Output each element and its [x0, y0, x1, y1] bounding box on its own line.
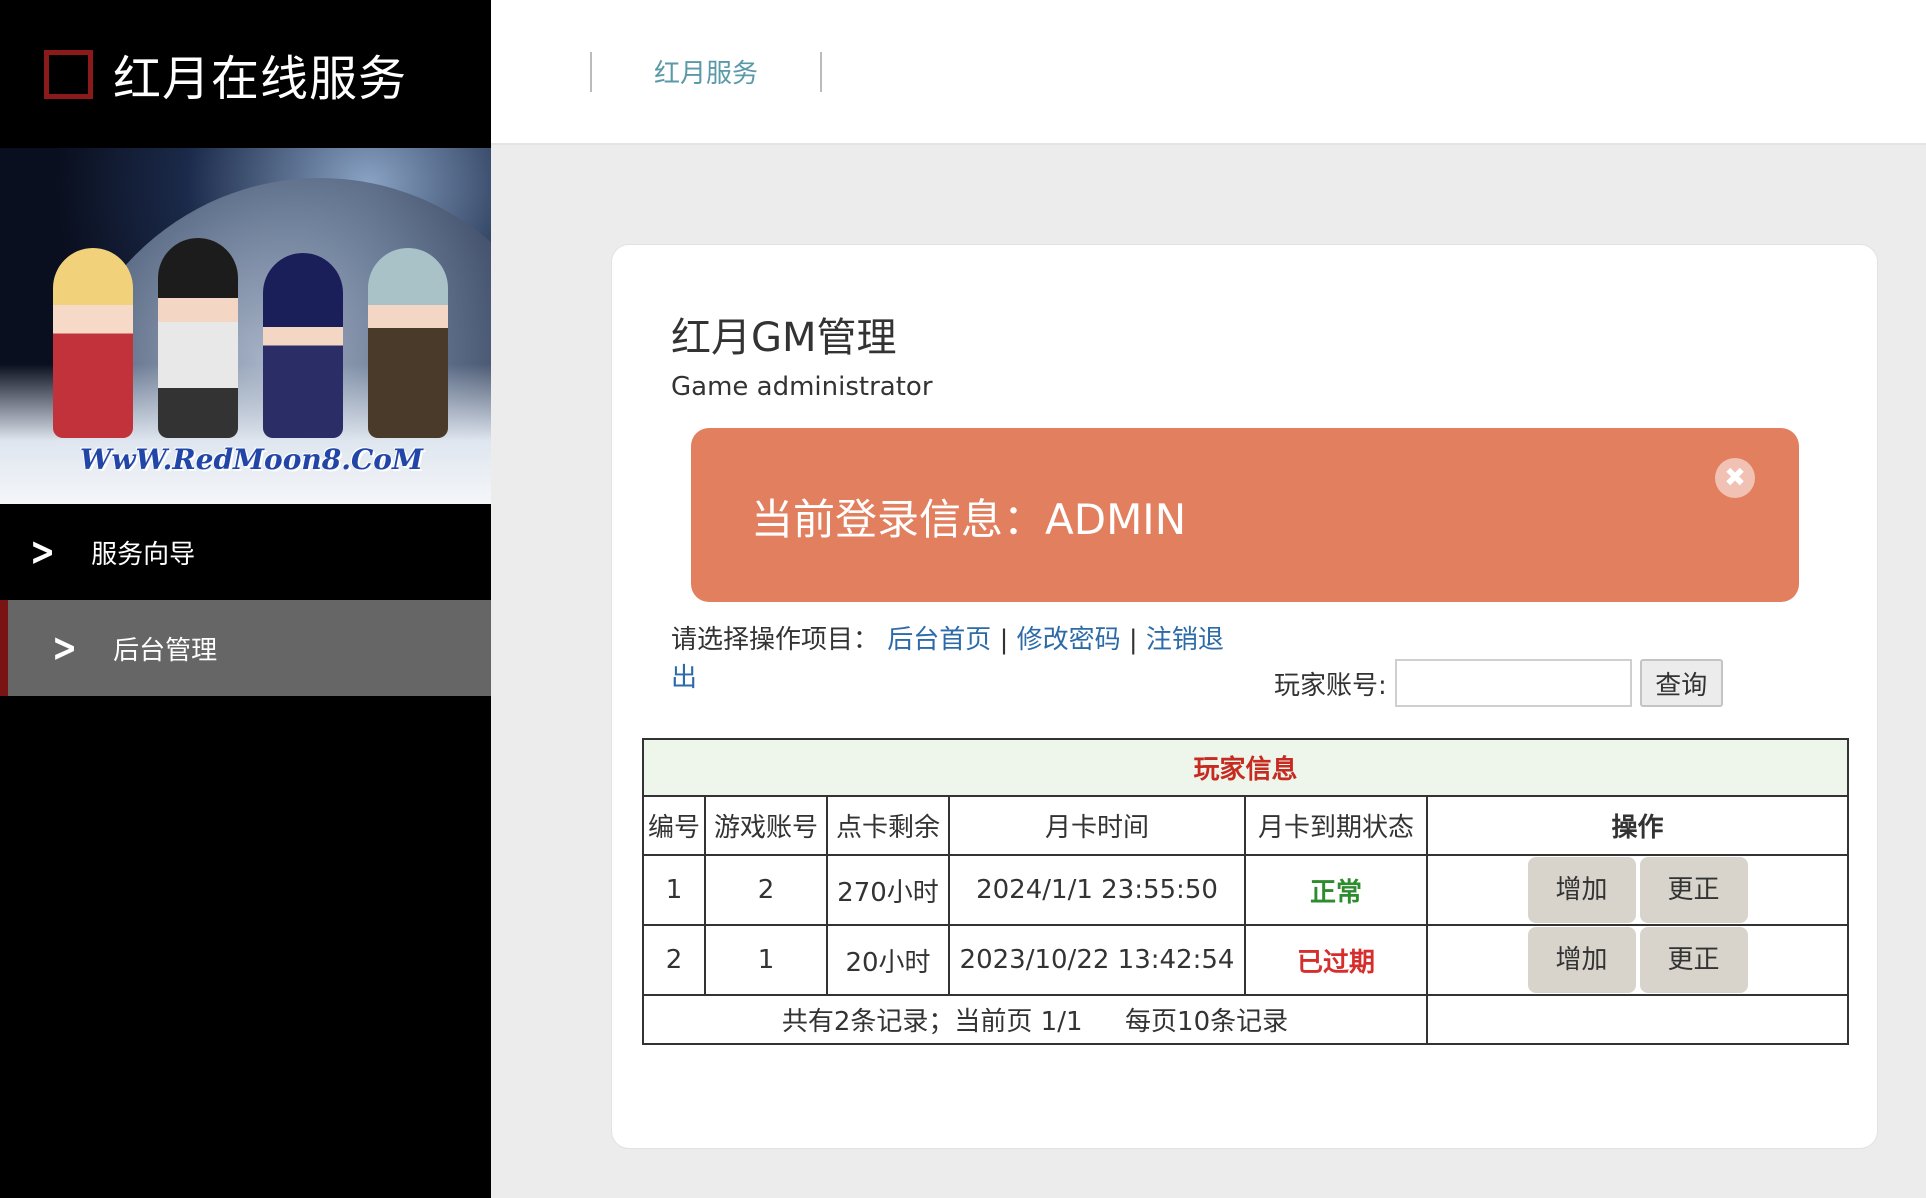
cell-actions: 增加 更正 — [1426, 924, 1849, 996]
cell-actions: 增加 更正 — [1426, 854, 1849, 926]
player-search: 玩家账号: 查询 — [1274, 659, 1723, 707]
link-change-password[interactable]: 修改密码 — [1017, 625, 1121, 655]
page-title: 红月GM管理 — [671, 315, 897, 361]
table-header-row: 编号 游戏账号 点卡剩余 月卡时间 月卡到期状态 操作 — [642, 795, 1849, 856]
table-row: 1 2 270小时 2024/1/1 23:55:50 正常 增加 更正 — [642, 854, 1849, 926]
operations-menu: 请选择操作项目： 后台首页 | 修改密码 | 注销退出 — [671, 621, 1231, 697]
link-admin-home[interactable]: 后台首页 — [887, 625, 991, 655]
brand: 红月在线服务 — [0, 0, 491, 148]
cell-time: 2024/1/1 23:55:50 — [948, 854, 1246, 926]
pagination-info: 共有2条记录；当前页 1/1 每页10条记录 — [642, 994, 1428, 1045]
cell-account: 1 — [704, 924, 828, 996]
col-header-points: 点卡剩余 — [826, 795, 950, 856]
edit-button[interactable]: 更正 — [1639, 857, 1748, 923]
sidebar-item-guide[interactable]: > 服务向导 — [0, 504, 491, 600]
sidebar: 红月在线服务 WwW.RedMoon8.CoM > 服务向导 > 后台管理 — [0, 0, 491, 1198]
table-caption: 玩家信息 — [642, 738, 1849, 797]
cell-points: 20小时 — [826, 924, 950, 996]
table-row: 2 1 20小时 2023/10/22 13:42:54 已过期 增加 更正 — [642, 924, 1849, 996]
main-panel: 红月GM管理 Game administrator 当前登录信息：ADMIN ✖… — [611, 244, 1878, 1149]
sidebar-item-label: 服务向导 — [91, 539, 196, 570]
banner-watermark: WwW.RedMoon8.CoM — [80, 443, 423, 476]
sidebar-item-admin[interactable]: > 后台管理 — [0, 600, 491, 696]
header-link-service[interactable]: 红月服务 — [654, 53, 758, 90]
player-table: 玩家信息 编号 游戏账号 点卡剩余 月卡时间 月卡到期状态 操作 1 2 270… — [642, 738, 1849, 1045]
banner-image: WwW.RedMoon8.CoM — [0, 148, 491, 504]
cell-points: 270小时 — [826, 854, 950, 926]
brand-title: 红月在线服务 — [113, 51, 408, 107]
player-account-input[interactable] — [1394, 659, 1632, 707]
page-subtitle: Game administrator — [671, 372, 933, 402]
brand-logo-icon — [44, 49, 93, 99]
query-button[interactable]: 查询 — [1639, 659, 1723, 707]
chevron-right-icon: > — [30, 529, 56, 575]
add-button[interactable]: 增加 — [1527, 927, 1636, 993]
add-button[interactable]: 增加 — [1527, 857, 1636, 923]
cell-status: 已过期 — [1244, 924, 1428, 996]
login-info-alert: 当前登录信息：ADMIN ✖ — [691, 428, 1799, 602]
col-header-id: 编号 — [642, 795, 706, 856]
cell-id: 1 — [642, 854, 706, 926]
header-divider — [590, 51, 592, 92]
link-separator: | — [999, 625, 1009, 655]
header-divider — [820, 51, 823, 92]
character-3 — [262, 253, 343, 438]
edit-button[interactable]: 更正 — [1639, 927, 1748, 993]
cell-time: 2023/10/22 13:42:54 — [948, 924, 1246, 996]
cell-id: 2 — [642, 924, 706, 996]
search-label: 玩家账号: — [1274, 670, 1387, 701]
col-header-account: 游戏账号 — [704, 795, 828, 856]
character-1 — [52, 248, 133, 438]
alert-text: 当前登录信息：ADMIN — [751, 495, 1187, 544]
col-header-status: 月卡到期状态 — [1244, 795, 1428, 856]
character-4 — [367, 248, 448, 438]
link-separator: | — [1128, 625, 1138, 655]
chevron-right-icon: > — [52, 625, 78, 671]
character-2 — [157, 238, 238, 438]
close-icon[interactable]: ✖ — [1715, 458, 1755, 498]
footer-empty-cell — [1426, 994, 1849, 1045]
col-header-actions: 操作 — [1426, 795, 1849, 856]
operations-label: 请选择操作项目： — [671, 625, 880, 655]
table-footer-row: 共有2条记录；当前页 1/1 每页10条记录 — [642, 994, 1849, 1045]
cell-account: 2 — [704, 854, 828, 926]
sidebar-item-label: 后台管理 — [113, 635, 218, 666]
top-header: 红月服务 — [491, 0, 1926, 145]
characters-graphic — [40, 238, 460, 438]
col-header-time: 月卡时间 — [948, 795, 1246, 856]
cell-status: 正常 — [1244, 854, 1428, 926]
